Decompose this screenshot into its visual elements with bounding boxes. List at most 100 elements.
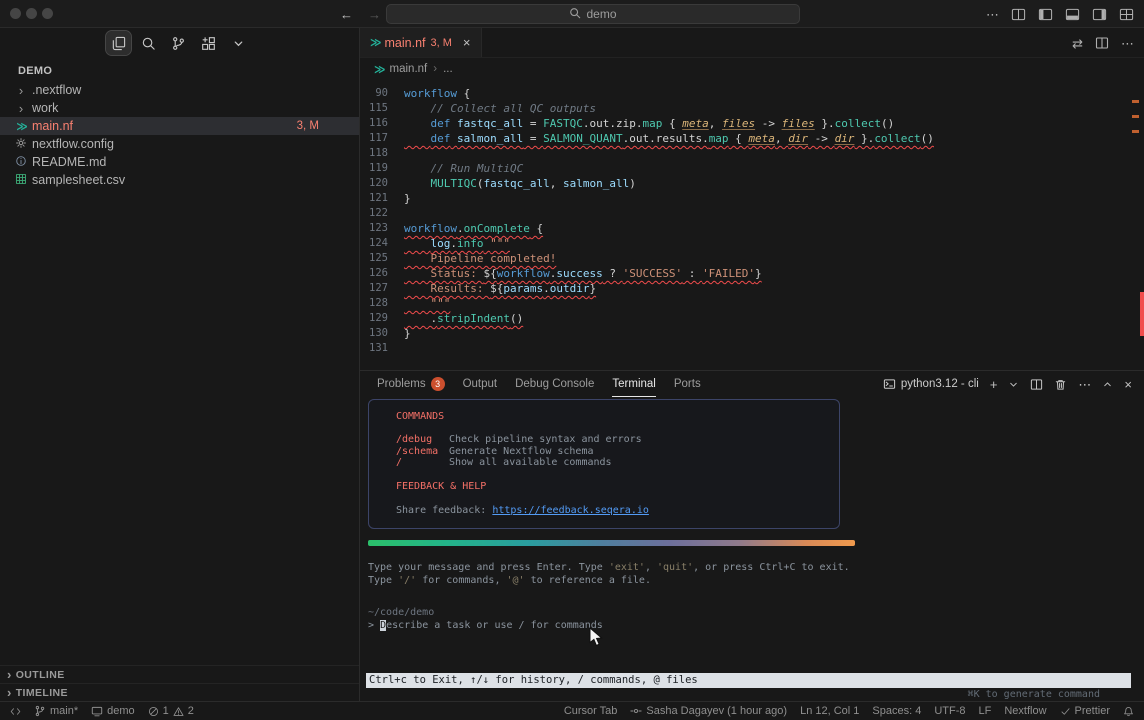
code-line-120[interactable]: 120 MULTIQC(fastqc_all, salmon_all) <box>360 176 1144 191</box>
terminal-view[interactable]: COMMANDS /debugCheck pipeline syntax and… <box>360 397 1144 701</box>
code-line-128[interactable]: 128 """ <box>360 296 1144 311</box>
breadcrumb[interactable]: ≫ main.nf › ... <box>360 58 1144 80</box>
code-line-124[interactable]: 124 log.info """ <box>360 236 1144 251</box>
status-cursor-tab[interactable]: Cursor Tab <box>564 705 618 717</box>
code-line-131[interactable]: 131 <box>360 341 1144 356</box>
file-item-main.nf[interactable]: ≫main.nf3, M <box>0 117 359 135</box>
code-line-118[interactable]: 118 <box>360 146 1144 161</box>
code-line-115[interactable]: 115 // Collect all QC outputs <box>360 101 1144 116</box>
close-tab-icon[interactable]: × <box>463 35 471 50</box>
more-actions-icon[interactable]: ⋯ <box>1078 378 1091 391</box>
line-number[interactable]: 123 <box>360 221 388 236</box>
source-control-icon[interactable] <box>166 31 191 55</box>
line-number[interactable]: 131 <box>360 341 388 356</box>
code-line-130[interactable]: 130} <box>360 326 1144 341</box>
new-terminal-icon[interactable]: + <box>990 378 998 391</box>
split-editor-icon[interactable] <box>1095 36 1109 50</box>
breadcrumb-file[interactable]: main.nf <box>390 63 428 75</box>
file-item-nextflow.config[interactable]: nextflow.config <box>0 135 359 153</box>
status-git-branch[interactable]: main* <box>34 705 78 717</box>
split-window-icon[interactable] <box>1011 7 1026 22</box>
status-formatter[interactable]: Prettier <box>1060 705 1110 717</box>
chevron-down-icon[interactable] <box>226 31 251 55</box>
file-item-work[interactable]: ›work <box>0 99 359 117</box>
line-number[interactable]: 115 <box>360 101 388 116</box>
panel-tab-ports[interactable]: Ports <box>665 371 710 397</box>
macos-minimize-button[interactable] <box>26 8 37 19</box>
line-number[interactable]: 126 <box>360 266 388 281</box>
code-line-127[interactable]: 127 Results: ${params.outdir} <box>360 281 1144 296</box>
terminal-profile[interactable]: python3.12 - cli <box>883 378 979 391</box>
maximize-panel-icon[interactable] <box>1102 379 1113 390</box>
status-eol[interactable]: LF <box>979 705 992 717</box>
line-number[interactable]: 128 <box>360 296 388 311</box>
back-icon[interactable]: ← <box>340 7 353 22</box>
open-changes-icon[interactable]: ⇄ <box>1072 37 1083 50</box>
more-actions-icon[interactable]: ⋯ <box>986 8 999 21</box>
status-remote-indicator[interactable] <box>10 706 21 717</box>
status-notifications[interactable] <box>1123 706 1134 717</box>
line-number[interactable]: 121 <box>360 191 388 206</box>
breadcrumb-symbol[interactable]: ... <box>443 63 453 75</box>
line-number[interactable]: 122 <box>360 206 388 221</box>
line-number[interactable]: 129 <box>360 311 388 326</box>
status-indentation[interactable]: Spaces: 4 <box>872 705 921 717</box>
status-git-blame[interactable]: Sasha Dagayev (1 hour ago) <box>630 705 787 717</box>
status-cursor-position[interactable]: Ln 12, Col 1 <box>800 705 859 717</box>
code-editor[interactable]: 90workflow {115 // Collect all QC output… <box>360 80 1144 370</box>
code-line-90[interactable]: 90workflow { <box>360 86 1144 101</box>
feedback-link[interactable]: https://feedback.seqera.io <box>492 505 649 516</box>
cli-prompt[interactable]: > Describe a task or use / for commands <box>368 620 603 631</box>
line-number[interactable]: 120 <box>360 176 388 191</box>
macos-zoom-button[interactable] <box>42 8 53 19</box>
more-actions-icon[interactable]: ⋯ <box>1121 37 1134 50</box>
split-terminal-icon[interactable] <box>1030 378 1043 391</box>
command-center-search[interactable]: demo <box>386 4 800 24</box>
search-view-icon[interactable] <box>136 31 161 55</box>
line-number[interactable]: 119 <box>360 161 388 176</box>
line-number[interactable]: 116 <box>360 116 388 131</box>
code-line-122[interactable]: 122 <box>360 206 1144 221</box>
status-encoding[interactable]: UTF-8 <box>934 705 965 717</box>
launch-profile-chevron-icon[interactable] <box>1008 379 1019 390</box>
customize-layout-icon[interactable] <box>1119 7 1134 22</box>
forward-icon[interactable]: → <box>368 7 381 22</box>
code-line-117[interactable]: 117 def salmon_all = SALMON_QUANT.out.re… <box>360 131 1144 146</box>
file-item-README.md[interactable]: README.md <box>0 153 359 171</box>
panel-tab-terminal[interactable]: Terminal <box>603 371 664 397</box>
line-number[interactable]: 90 <box>360 86 388 101</box>
file-item-.nextflow[interactable]: ›.nextflow <box>0 81 359 99</box>
line-number[interactable]: 130 <box>360 326 388 341</box>
timeline-section[interactable]: › TIMELINE <box>0 683 359 701</box>
panel-tab-debug-console[interactable]: Debug Console <box>506 371 603 397</box>
line-number[interactable]: 117 <box>360 131 388 146</box>
line-number[interactable]: 125 <box>360 251 388 266</box>
code-line-129[interactable]: 129 .stripIndent() <box>360 311 1144 326</box>
toggle-panel-icon[interactable] <box>1065 7 1080 22</box>
status-window-demo[interactable]: demo <box>91 705 135 717</box>
code-line-121[interactable]: 121} <box>360 191 1144 206</box>
tab-main-nf[interactable]: ≫ main.nf 3, M × <box>360 28 482 57</box>
code-line-123[interactable]: 123workflow.onComplete { <box>360 221 1144 236</box>
code-line-126[interactable]: 126 Status: ${workflow.success ? 'SUCCES… <box>360 266 1144 281</box>
toggle-secondary-sidebar-icon[interactable] <box>1092 7 1107 22</box>
status-language-mode[interactable]: Nextflow <box>1004 705 1046 717</box>
code-line-125[interactable]: 125 Pipeline completed! <box>360 251 1144 266</box>
code-line-116[interactable]: 116 def fastqc_all = FASTQC.out.zip.map … <box>360 116 1144 131</box>
kill-terminal-icon[interactable] <box>1054 378 1067 391</box>
line-number[interactable]: 127 <box>360 281 388 296</box>
line-number[interactable]: 118 <box>360 146 388 161</box>
file-item-samplesheet.csv[interactable]: samplesheet.csv <box>0 171 359 189</box>
explorer-icon[interactable] <box>106 31 131 55</box>
status-problems[interactable]: 12 <box>148 705 194 717</box>
toggle-primary-sidebar-icon[interactable] <box>1038 7 1053 22</box>
explorer-section-label[interactable]: DEMO <box>0 58 359 81</box>
code-line-119[interactable]: 119 // Run MultiQC <box>360 161 1144 176</box>
macos-close-button[interactable] <box>10 8 21 19</box>
close-panel-icon[interactable]: × <box>1124 378 1132 391</box>
line-number[interactable]: 124 <box>360 236 388 251</box>
extensions-icon[interactable] <box>196 31 221 55</box>
panel-tab-problems[interactable]: Problems3 <box>368 371 454 397</box>
panel-tab-output[interactable]: Output <box>454 371 507 397</box>
outline-section[interactable]: › OUTLINE <box>0 665 359 683</box>
